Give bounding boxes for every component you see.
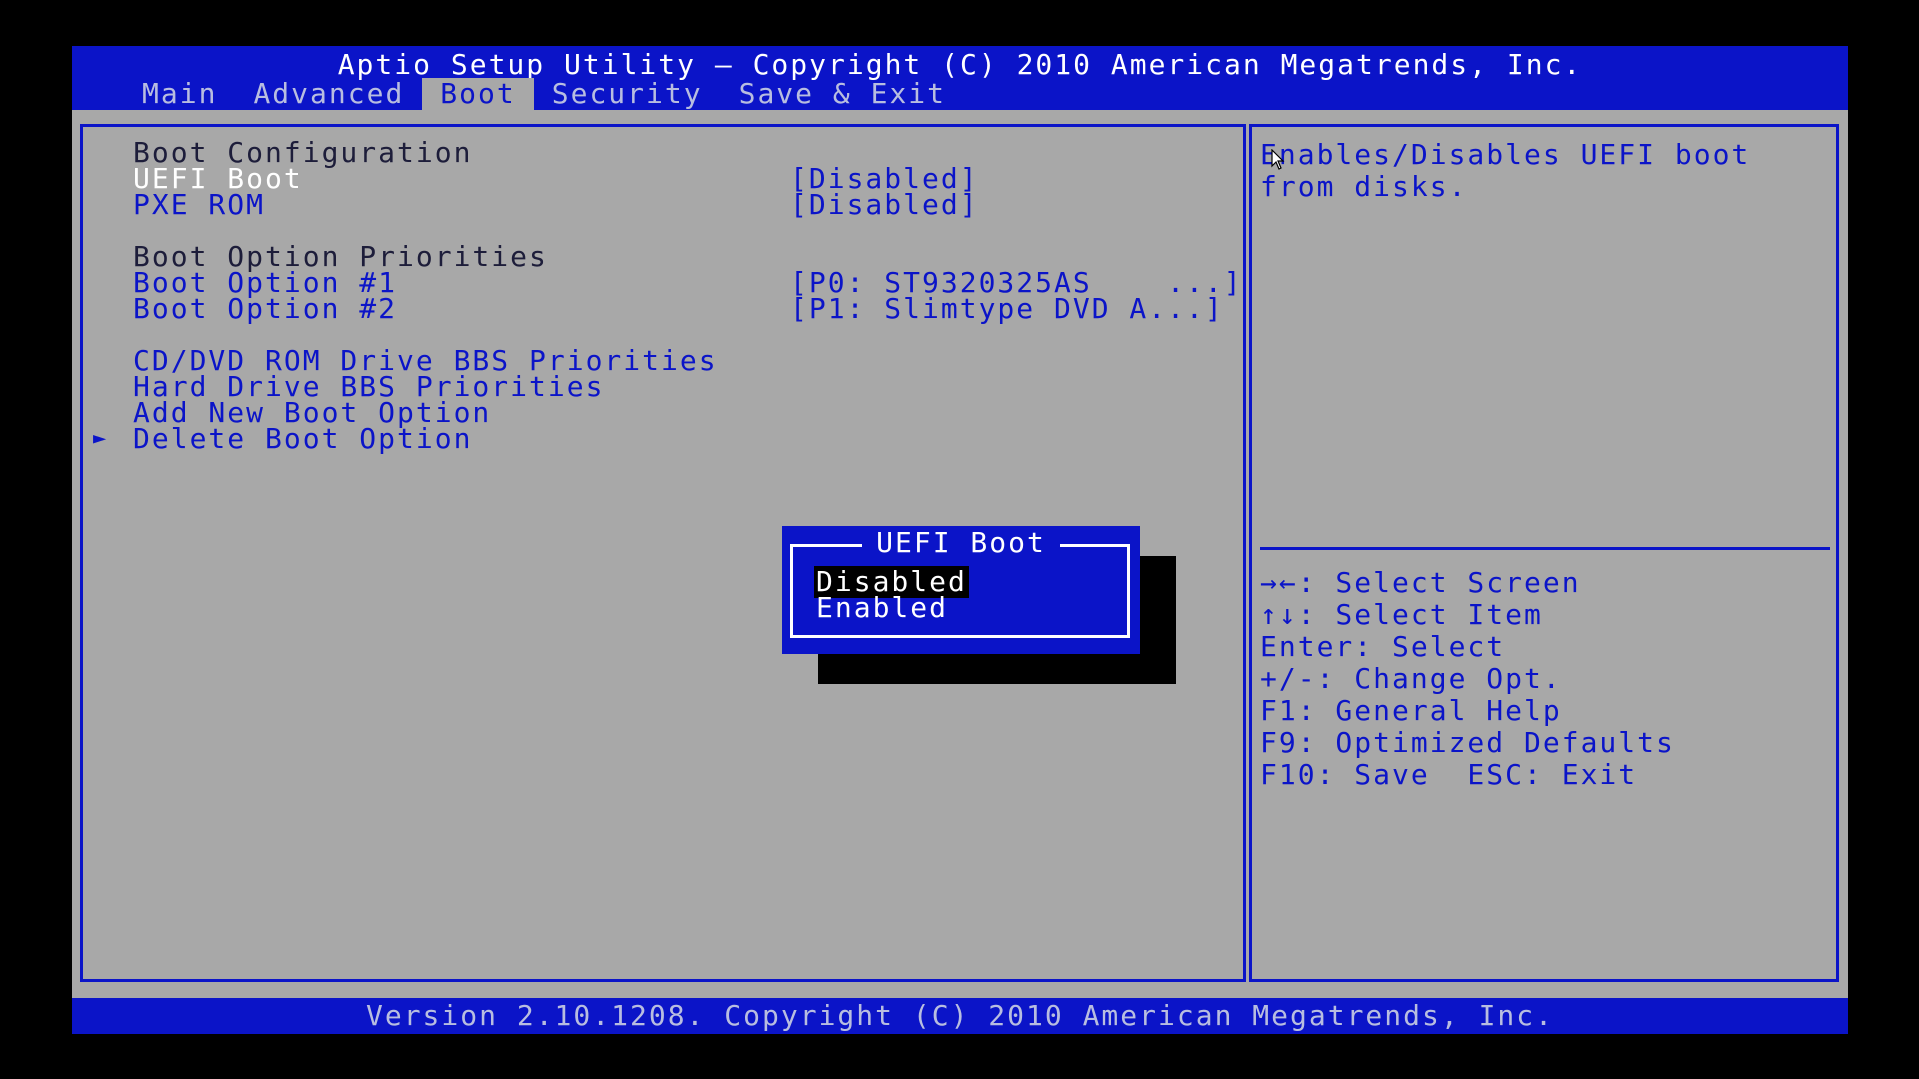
submenu-arrow-icon: ► <box>93 426 109 451</box>
help-pane: Enables/Disables UEFI boot from disks. →←… <box>1249 124 1839 982</box>
bios-screen: Aptio Setup Utility – Copyright (C) 2010… <box>72 46 1848 1034</box>
key-select-screen: →←: Select Screen <box>1260 566 1581 599</box>
key-change-opt: +/-: Change Opt. <box>1260 662 1562 695</box>
key-enter-select: Enter: Select <box>1260 630 1506 663</box>
key-optimized-defaults: F9: Optimized Defaults <box>1260 726 1675 759</box>
popup-title: UEFI Boot <box>782 526 1140 560</box>
boot-option-2-value[interactable]: [P1: Slimtype DVD A...] <box>790 293 1224 325</box>
header-bar: Aptio Setup Utility – Copyright (C) 2010… <box>72 46 1848 110</box>
help-description-line-2: from disks. <box>1260 170 1468 203</box>
tab-advanced[interactable]: Advanced <box>235 78 422 110</box>
uefi-boot-popup[interactable]: UEFI Boot Disabled Enabled <box>782 526 1140 654</box>
help-divider <box>1260 547 1830 550</box>
pxe-rom-item[interactable]: PXE ROM <box>133 189 265 221</box>
help-description: Enables/Disables UEFI boot from disks. <box>1260 139 1750 203</box>
tab-boot[interactable]: Boot <box>422 78 534 110</box>
key-save-exit: F10: Save ESC: Exit <box>1260 758 1638 791</box>
pxe-rom-value[interactable]: [Disabled] <box>790 189 979 221</box>
version-footer: Version 2.10.1208. Copyright (C) 2010 Am… <box>72 998 1848 1034</box>
mouse-pointer-icon <box>1271 149 1285 170</box>
tab-main[interactable]: Main <box>124 78 235 110</box>
popup-title-text: UEFI Boot <box>862 526 1060 559</box>
popup-option-enabled[interactable]: Enabled <box>816 592 948 624</box>
key-select-item: ↑↓: Select Item <box>1260 598 1543 631</box>
key-general-help: F1: General Help <box>1260 694 1562 727</box>
tab-bar: Main Advanced Boot Security Save & Exit <box>124 78 964 110</box>
help-description-line-1: Enables/Disables UEFI boot <box>1260 138 1751 171</box>
key-legend: →←: Select Screen ↑↓: Select Item Enter:… <box>1260 567 1675 791</box>
delete-boot-option-item[interactable]: Delete Boot Option <box>133 423 472 455</box>
tab-security[interactable]: Security <box>534 78 721 110</box>
content-area: Boot Configuration UEFI Boot [Disabled] … <box>72 110 1848 998</box>
boot-option-2-item[interactable]: Boot Option #2 <box>133 293 397 325</box>
tab-save-exit[interactable]: Save & Exit <box>721 78 964 110</box>
